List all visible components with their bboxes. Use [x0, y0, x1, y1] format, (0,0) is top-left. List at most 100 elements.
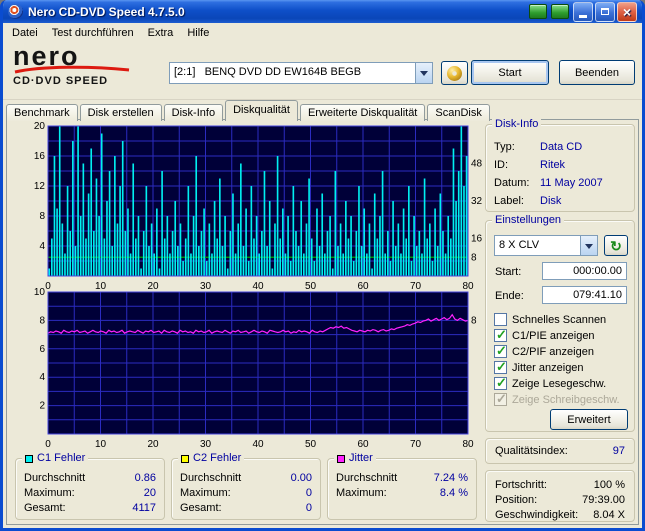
svg-text:10: 10 — [95, 439, 107, 450]
stat-row: Gesamt: 0 — [180, 502, 312, 514]
tab-diskqualitaet[interactable]: Diskqualität — [225, 100, 298, 121]
svg-text:8: 8 — [471, 315, 477, 326]
start-button[interactable]: Start — [471, 60, 549, 85]
svg-text:30: 30 — [200, 439, 212, 450]
tab-scandisk[interactable]: ScanDisk — [427, 104, 490, 121]
menu-bar: Datei Test durchführen Extra Hilfe — [3, 23, 642, 42]
refresh-icon: ↻ — [610, 237, 622, 254]
svg-text:0: 0 — [45, 439, 51, 450]
stat-row: Gesamt: 4117 — [24, 502, 156, 514]
checkbox-c2-pif-anzeigen[interactable]: C2/PIF anzeigen — [494, 343, 630, 359]
quit-button[interactable]: Beenden — [559, 60, 635, 85]
chevron-down-icon — [420, 71, 428, 80]
end-time-label: Ende: — [495, 290, 524, 302]
eject-button[interactable] — [441, 61, 468, 85]
checkbox-icon[interactable] — [494, 327, 507, 343]
titlebar-extra-icon-2[interactable] — [551, 4, 569, 19]
checkbox-zeige-lesegeschw[interactable]: Zeige Lesegeschw. — [494, 375, 630, 391]
settings-box: Einstellungen 8 X CLV ↻ Start: 000:00.00… — [485, 214, 635, 432]
speed-value: 8.04 X — [593, 509, 625, 521]
checkbox-c1-pie-anzeigen[interactable]: C1/PIE anzeigen — [494, 327, 630, 343]
checkbox-icon[interactable] — [494, 343, 507, 359]
svg-text:8: 8 — [39, 211, 45, 222]
tab-strip: Benchmark Disk erstellen Disk-Info Diskq… — [6, 100, 492, 121]
menu-test-durchfuehren[interactable]: Test durchführen — [45, 25, 141, 41]
menu-datei[interactable]: Datei — [5, 25, 45, 41]
checkbox-icon[interactable] — [494, 359, 507, 375]
tab-disk-erstellen[interactable]: Disk erstellen — [79, 104, 162, 121]
disc-icon — [447, 65, 462, 81]
svg-text:50: 50 — [305, 439, 317, 450]
c1-error-chart: 4812162081632480 10 20 30 40 50 60 70 80 — [34, 122, 483, 292]
svg-text:8: 8 — [471, 252, 477, 263]
checkbox-schnelles-scannen[interactable]: Schnelles Scannen — [494, 313, 630, 326]
stat-row: Durchschnitt 0.00 — [180, 472, 312, 484]
speed-select[interactable]: 8 X CLV — [494, 235, 598, 256]
position-value: 79:39.00 — [582, 494, 625, 506]
refresh-button[interactable]: ↻ — [604, 235, 628, 256]
c1-color-swatch — [25, 454, 33, 463]
disk-info-row: Typ: Data CD — [494, 141, 583, 153]
quality-index-label: Qualitätsindex: — [495, 444, 568, 457]
c2-stats-title: C2 Fehler — [193, 452, 242, 464]
svg-text:4: 4 — [39, 372, 45, 383]
titlebar-buttons: × — [529, 1, 637, 22]
position-row: Position: 79:39.00 — [495, 494, 625, 506]
svg-text:6: 6 — [39, 344, 45, 355]
checkbox-icon[interactable] — [494, 375, 507, 391]
svg-text:70: 70 — [410, 439, 422, 450]
svg-text:20: 20 — [34, 122, 46, 132]
svg-text:2: 2 — [39, 401, 45, 412]
progress-value: 100 % — [593, 479, 625, 491]
svg-text:10: 10 — [34, 288, 46, 298]
stat-row: Maximum: 0 — [180, 487, 312, 499]
drive-select[interactable]: [2:1] BENQ DVD DD EW164B BEGB — [169, 62, 433, 84]
disk-info-row: Label: Disk — [494, 195, 562, 207]
disk-info-title: Disk-Info — [492, 118, 542, 131]
settings-checkboxes: Schnelles Scannen C1/PIE anzeigen C2/PIF… — [494, 313, 630, 407]
disk-info-row: Datum: 11 May 2007 — [494, 177, 603, 189]
svg-text:32: 32 — [471, 196, 483, 207]
c1-stats-box: C1 Fehler Durchschnitt 0.86 Maximum: 20 … — [15, 452, 165, 520]
jitter-stats-title: Jitter — [349, 452, 373, 464]
titlebar-extra-icon-1[interactable] — [529, 4, 547, 19]
svg-text:20: 20 — [147, 439, 159, 450]
checkbox-icon[interactable] — [494, 313, 507, 326]
speed-select-dropdown-button[interactable] — [580, 236, 597, 255]
toolbar: nero CD·DVD SPEED [2:1] BENQ DVD DD EW16… — [3, 42, 642, 100]
svg-text:4: 4 — [39, 241, 45, 252]
quality-index-box: Qualitätsindex: 97 — [485, 438, 635, 464]
stat-row: Maximum: 8.4 % — [336, 487, 468, 499]
jitter-stats-box: Jitter Durchschnitt 7.24 % Maximum: 8.4 … — [327, 452, 477, 520]
nero-logo-subtext: CD·DVD SPEED — [13, 75, 109, 87]
advanced-button[interactable]: Erweitert — [550, 409, 628, 430]
jitter-chart: 24681080 10 20 30 40 50 60 70 80 — [34, 288, 477, 450]
tab-benchmark[interactable]: Benchmark — [6, 104, 78, 121]
tab-disk-info[interactable]: Disk-Info — [163, 104, 224, 121]
progress-box: Fortschritt: 100 % Position: 79:39.00 Ge… — [485, 470, 635, 522]
titlebar[interactable]: Nero CD-DVD Speed 4.7.5.0 × — [3, 0, 642, 23]
svg-text:16: 16 — [471, 234, 483, 245]
svg-text:16: 16 — [34, 151, 46, 162]
tab-erweiterte-diskqualitaet[interactable]: Erweiterte Diskqualität — [299, 104, 426, 121]
quality-index-value: 97 — [612, 444, 625, 457]
menu-extra[interactable]: Extra — [141, 25, 181, 41]
start-time-field[interactable]: 000:00.00 — [542, 262, 627, 280]
checkbox-jitter-anzeigen[interactable]: Jitter anzeigen — [494, 359, 630, 375]
minimize-button[interactable] — [573, 1, 593, 22]
svg-text:8: 8 — [39, 315, 45, 326]
c2-stats-box: C2 Fehler Durchschnitt 0.00 Maximum: 0 G… — [171, 452, 321, 520]
app-icon — [8, 4, 23, 19]
maximize-button[interactable] — [595, 1, 615, 22]
drive-select-dropdown-button[interactable] — [415, 63, 432, 83]
progress-row: Fortschritt: 100 % — [495, 479, 625, 491]
speed-select-value: 8 X CLV — [499, 239, 540, 251]
close-button[interactable]: × — [617, 1, 637, 22]
stat-row: Durchschnitt 7.24 % — [336, 472, 468, 484]
end-time-field[interactable]: 079:41.10 — [542, 286, 627, 304]
diskqualitaet-page: 4 8 12 16 20 8 16 32 48 0 10 20 30 40 50 60 70 80 2 4 6 8 10 8… — [6, 118, 639, 525]
svg-text:60: 60 — [357, 439, 369, 450]
menu-hilfe[interactable]: Hilfe — [180, 25, 216, 41]
checkbox-icon — [494, 391, 507, 407]
svg-text:80: 80 — [462, 439, 474, 450]
